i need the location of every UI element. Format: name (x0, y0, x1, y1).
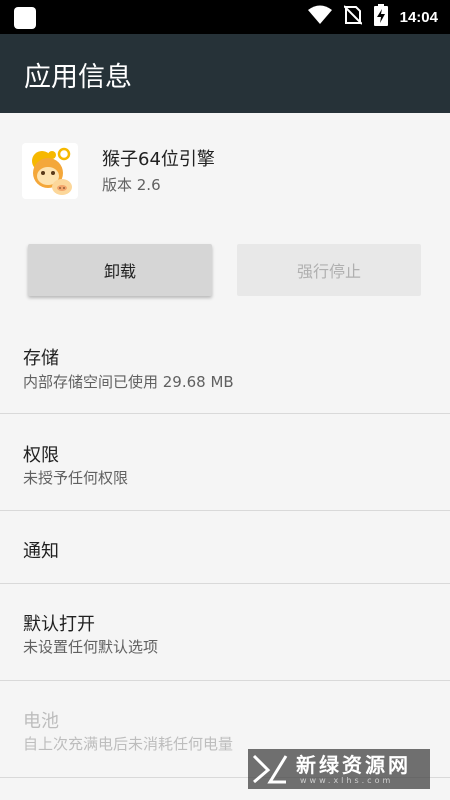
storage-subtitle: 内部存储空间已使用 29.68 MB (23, 373, 234, 391)
watermark: 新绿资源网 www.xlhs.com (248, 749, 430, 789)
storage-title: 存储 (23, 348, 59, 369)
force-stop-button: 强行停止 (237, 244, 421, 296)
notifications-title: 通知 (23, 541, 59, 562)
wifi-icon (307, 5, 332, 29)
status-time: 14:04 (399, 8, 438, 26)
watermark-sub: www.xlhs.com (300, 775, 394, 785)
battery-title: 电池 (23, 711, 59, 732)
open-by-default-row[interactable]: 默认打开 未设置任何默认选项 (0, 584, 450, 680)
permissions-title: 权限 (23, 445, 59, 466)
app-version: 版本 2.6 (102, 176, 161, 194)
storage-row[interactable]: 存储 内部存储空间已使用 29.68 MB (0, 330, 450, 414)
uninstall-button[interactable]: 卸载 (28, 244, 212, 296)
app-name: 猴子64位引擎 (102, 149, 215, 170)
status-bar: 14:04 (0, 0, 450, 34)
page-title: 应用信息 (24, 62, 132, 93)
open-by-default-subtitle: 未设置任何默认选项 (23, 638, 159, 656)
permissions-row[interactable]: 权限 未授予任何权限 (0, 414, 450, 510)
app-header: 猴子64位引擎 版本 2.6 (0, 113, 450, 223)
watermark-text: 新绿资源网 (296, 752, 411, 777)
notification-square-icon (14, 7, 36, 29)
open-by-default-title: 默认打开 (23, 614, 95, 635)
monkey-app-icon (22, 143, 78, 199)
battery-charging-icon (373, 4, 388, 30)
watermark-logo-icon (248, 749, 292, 789)
permissions-subtitle: 未授予任何权限 (23, 469, 129, 487)
app-bar: 应用信息 (0, 34, 450, 113)
no-sim-icon (342, 5, 363, 29)
battery-subtitle: 自上次充满电后未消耗任何电量 (23, 735, 234, 753)
notifications-row[interactable]: 通知 (0, 511, 450, 583)
